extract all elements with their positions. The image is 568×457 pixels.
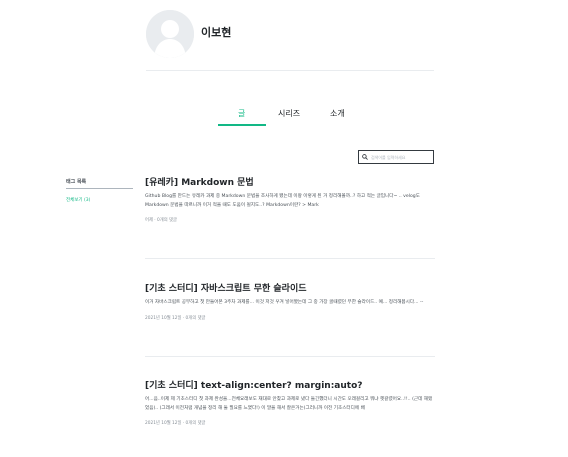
user-silhouette-icon — [146, 10, 194, 58]
post-card: [기초 스터디] text-align:center? margin:auto?… — [145, 381, 435, 426]
post-divider — [145, 356, 435, 357]
search-input[interactable] — [371, 154, 431, 160]
post-description[interactable]: Github Blog를 만드는 유레카 과제 중 Markdown 문법을 조… — [145, 193, 435, 210]
post-title[interactable]: [유레카] Markdown 문법 — [145, 178, 435, 189]
tag-item-all[interactable]: 전체보기 (3) — [66, 197, 90, 203]
post-title[interactable]: [기초 스터디] 자바스크립트 무한 슬라이드 — [145, 284, 435, 295]
search-box[interactable] — [358, 150, 434, 164]
tab-about[interactable]: 소개 — [330, 108, 345, 119]
profile-header: 이보현 — [146, 10, 231, 58]
post-meta: 2021년 10월 12일 · 0개의 댓글 — [145, 315, 206, 321]
tag-list-title: 태그 목록 — [66, 179, 87, 185]
post-description[interactable]: 이거 자바스크립트 공부하고 첫 만들어본 3주차 과제를... 이것 저것 우… — [145, 299, 435, 308]
tab-series[interactable]: 시리즈 — [278, 108, 300, 119]
profile-name[interactable]: 이보현 — [201, 24, 231, 40]
avatar[interactable] — [146, 10, 194, 58]
profile-divider — [146, 70, 434, 71]
post-meta: 2021년 10월 12일 · 0개의 댓글 — [145, 421, 206, 426]
search-icon — [362, 154, 368, 160]
post-meta: 어제 · 0개의 댓글 — [145, 218, 177, 223]
tab-bar: 글 시리즈 소개 — [218, 108, 368, 126]
post-title[interactable]: [기초 스터디] text-align:center? margin:auto? — [145, 381, 435, 392]
post-divider — [145, 258, 435, 259]
post-description[interactable]: 어...음..이제 제 기초스터디 첫 과제 완성을...전체요래보도 재대로 … — [145, 396, 435, 413]
tag-list-divider — [66, 188, 133, 189]
tab-active-indicator — [218, 124, 266, 126]
post-card: [유레카] Markdown 문법 Github Blog를 만드는 유레카 과… — [145, 178, 435, 223]
tab-posts[interactable]: 글 — [238, 108, 245, 119]
post-card: [기초 스터디] 자바스크립트 무한 슬라이드 이거 자바스크립트 공부하고 첫… — [145, 284, 435, 321]
